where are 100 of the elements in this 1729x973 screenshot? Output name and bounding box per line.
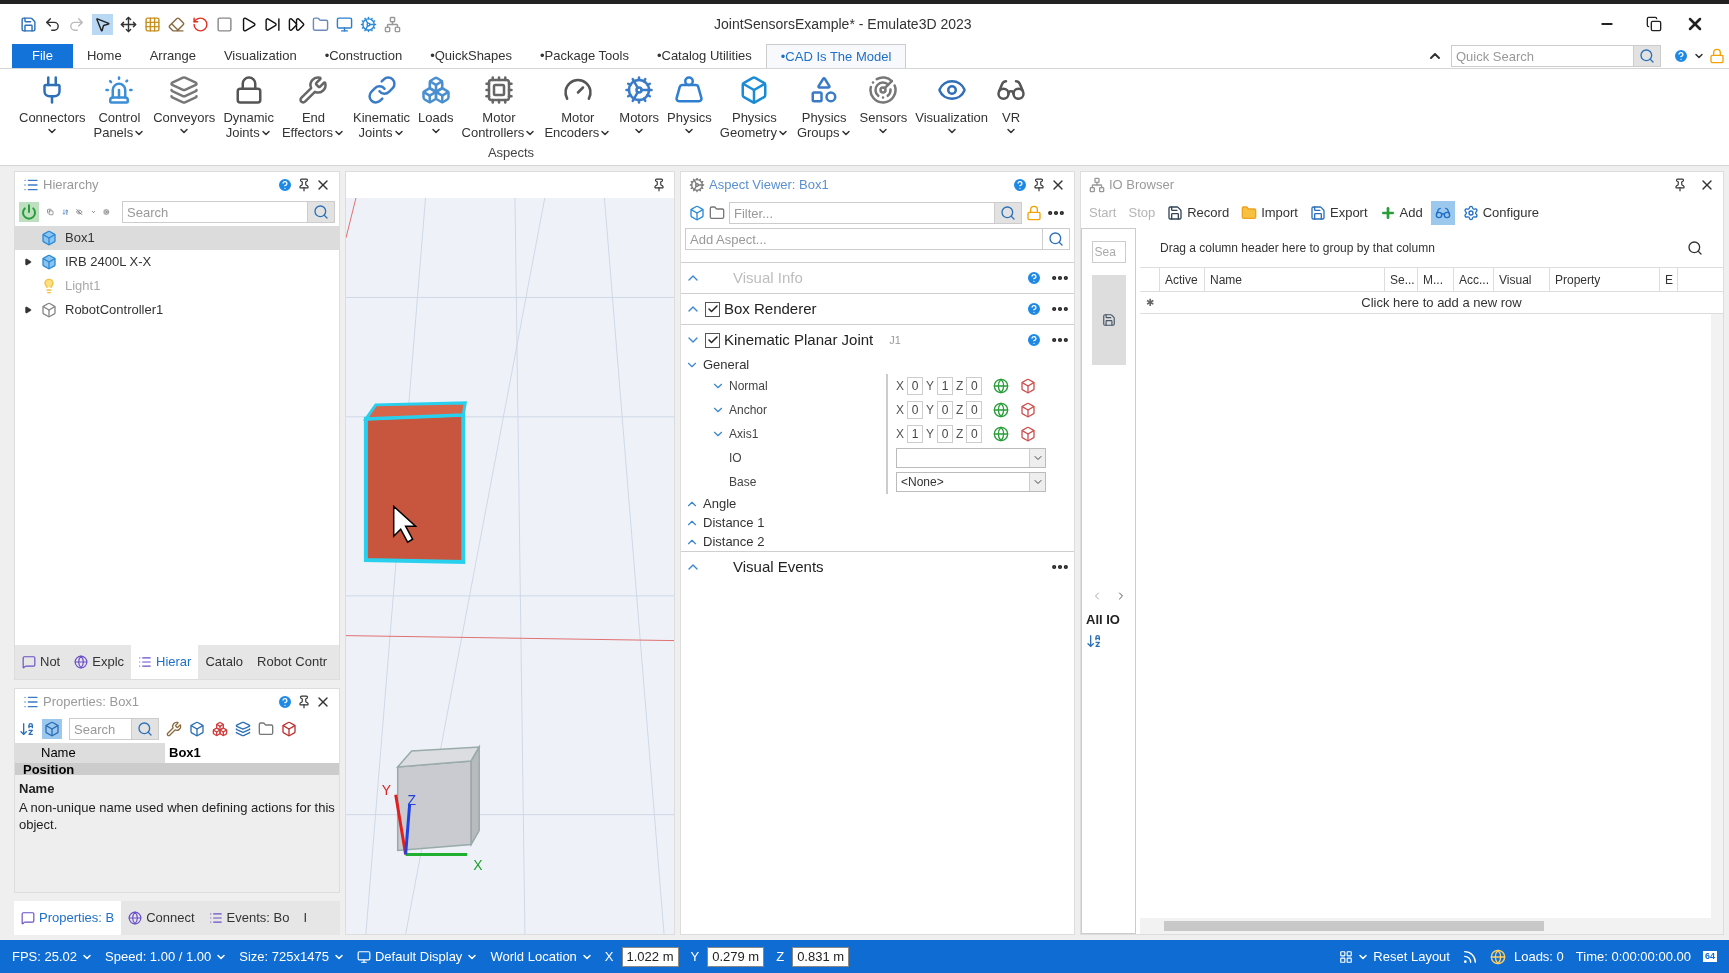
reset-layout-button[interactable]: Reset Layout	[1339, 946, 1450, 967]
globe-icon[interactable]	[993, 378, 1010, 394]
step-icon[interactable]	[264, 15, 281, 33]
ribbon-button[interactable]: Connectors	[16, 75, 89, 137]
search-button[interactable]	[1634, 45, 1661, 67]
fast-forward-icon[interactable]	[288, 15, 305, 33]
search-button[interactable]	[308, 201, 335, 223]
pointer-icon[interactable]	[94, 15, 111, 33]
ribbon-button[interactable]: Visualization	[912, 75, 991, 137]
toolbar-button[interactable]: Import	[1237, 203, 1302, 223]
3d-viewport[interactable]: Y Z X	[346, 198, 674, 934]
ribbon-tab[interactable]: •Package Tools	[526, 44, 643, 68]
search-button[interactable]	[1043, 228, 1070, 250]
restore-icon[interactable]	[1646, 16, 1662, 32]
number-field[interactable]: 0	[966, 425, 983, 443]
ribbon-button[interactable]: Control Panels	[90, 75, 149, 140]
ribbon-button[interactable]: Conveyors	[150, 75, 219, 137]
pin-icon[interactable]	[297, 695, 311, 709]
number-field[interactable]: 0	[966, 377, 983, 395]
search-button[interactable]	[132, 718, 159, 740]
expand-arrow-icon[interactable]	[24, 306, 32, 314]
cube-icon[interactable]	[689, 205, 705, 221]
panel-tab[interactable]: Robot Contr	[250, 645, 335, 679]
help-icon[interactable]	[1673, 48, 1689, 64]
ribbon-button[interactable]: Motor Controllers	[458, 75, 540, 140]
vertical-scrollbar[interactable]	[1711, 314, 1723, 918]
dropdown[interactable]: <None>	[896, 472, 1046, 492]
tree-item[interactable]: Box1	[15, 226, 339, 250]
ribbon-button[interactable]: Physics Geometry	[716, 75, 792, 140]
ribbon-tab[interactable]: Visualization	[209, 44, 311, 68]
column-header[interactable]: Acc...	[1454, 268, 1494, 291]
panel-tab[interactable]: Connect	[121, 901, 202, 935]
panel-tab[interactable]: I	[296, 901, 315, 935]
pin-icon[interactable]	[297, 178, 311, 192]
help-icon[interactable]	[277, 177, 293, 193]
number-field[interactable]: 1	[937, 377, 954, 395]
globe-icon[interactable]	[993, 402, 1010, 418]
column-header[interactable]: Active	[1160, 268, 1205, 291]
horizontal-scrollbar[interactable]	[1140, 918, 1723, 934]
ribbon-button[interactable]: End Effectors	[278, 75, 348, 140]
property-value[interactable]: Box1	[165, 743, 339, 763]
ribbon-tab[interactable]: •QuickShapes	[416, 44, 527, 68]
number-field[interactable]: 0	[937, 425, 954, 443]
number-field[interactable]: 0	[907, 377, 923, 395]
number-field[interactable]: 1	[907, 425, 923, 443]
pin-icon[interactable]	[1673, 178, 1687, 192]
search-field[interactable]: Search	[122, 201, 308, 223]
number-field[interactable]: 0	[907, 401, 923, 419]
add-aspect-field[interactable]: Add Aspect...	[685, 228, 1043, 250]
ribbon-tab[interactable]: •Construction	[310, 44, 417, 68]
panel-tab[interactable]: Catalo	[198, 645, 250, 679]
cube-icon[interactable]	[44, 721, 60, 737]
number-field[interactable]: 0	[937, 401, 954, 419]
feed-icon[interactable]	[1461, 948, 1478, 965]
expand-arrow-icon[interactable]	[24, 258, 32, 266]
toolbar-button[interactable]: Record	[1163, 203, 1234, 223]
search-icon[interactable]	[1687, 239, 1703, 256]
move-icon[interactable]	[120, 15, 137, 33]
cube-icon[interactable]	[189, 721, 205, 737]
status-dropdown[interactable]: Size: 725x1475	[239, 946, 345, 967]
gear-icon[interactable]	[360, 15, 377, 33]
cube-icon[interactable]	[281, 721, 297, 737]
status-dropdown[interactable]: Default Display	[356, 946, 479, 967]
add-new-row[interactable]: Click here to add a new row	[1160, 292, 1723, 313]
scrollbar-thumb[interactable]	[1164, 921, 1544, 931]
ribbon-button[interactable]: Kinematic Joints	[350, 75, 414, 140]
column-header[interactable]: Visual	[1494, 268, 1550, 291]
ribbon-button[interactable]: VR	[993, 75, 1029, 137]
toolbar-button[interactable]: Export	[1306, 203, 1372, 223]
tree-item[interactable]: IRB 2400L X-X	[15, 250, 339, 274]
coord-field[interactable]: 0.279 m	[707, 946, 765, 967]
number-field[interactable]: 0	[966, 401, 983, 419]
ribbon-tab[interactable]: Home	[72, 44, 136, 68]
panel-tab[interactable]: Hierar	[131, 645, 199, 679]
ribbon-button[interactable]: Motors	[616, 75, 663, 137]
panel-tab[interactable]: Properties: B	[14, 901, 122, 935]
panel-tab[interactable]: Explc	[67, 645, 132, 679]
stop-icon[interactable]	[216, 15, 233, 33]
sort-icon[interactable]	[19, 721, 35, 737]
panel-tab[interactable]: Not	[15, 645, 68, 679]
sort-icon[interactable]	[1086, 633, 1102, 649]
ribbon-tab[interactable]: •CAD Is The Model	[765, 44, 907, 68]
status-dropdown[interactable]: World Location	[490, 946, 593, 967]
checkbox[interactable]	[705, 301, 720, 317]
boxes-icon[interactable]	[212, 721, 228, 737]
grid-icon[interactable]	[144, 15, 161, 33]
layers-icon[interactable]	[235, 721, 251, 737]
globe-icon[interactable]	[993, 426, 1010, 442]
coord-field[interactable]: 0.831 m	[792, 946, 850, 967]
glasses-toggle[interactable]	[1430, 201, 1455, 225]
reset-icon[interactable]	[192, 15, 209, 33]
ribbon-button[interactable]: Physics Groups	[793, 75, 855, 140]
search-field[interactable]: Search	[69, 718, 132, 740]
ribbon-tab[interactable]: File	[12, 44, 73, 68]
column-header[interactable]: M...	[1418, 268, 1454, 291]
ribbon-tab[interactable]: •Catalog Utilities	[642, 44, 766, 68]
help-icon[interactable]	[1026, 332, 1042, 348]
help-icon[interactable]	[1012, 177, 1028, 193]
cube-icon[interactable]	[1020, 378, 1037, 394]
power-icon[interactable]	[21, 204, 37, 220]
